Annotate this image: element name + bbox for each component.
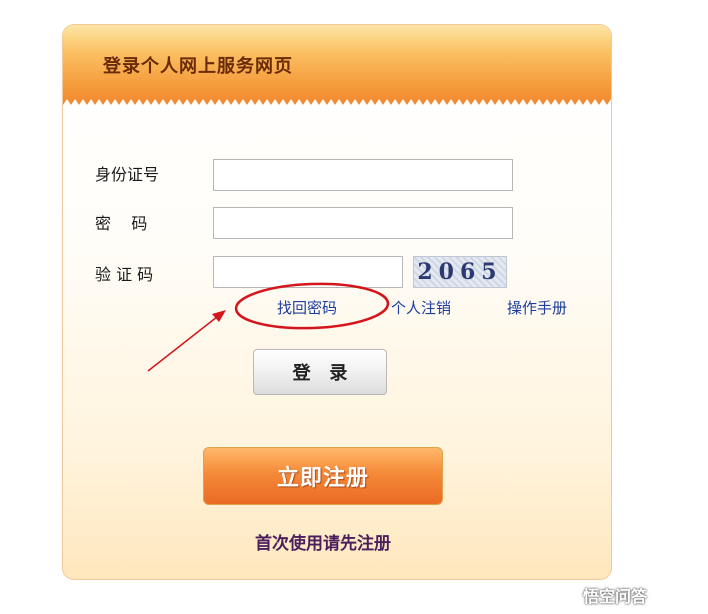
watermark: 悟空问答 <box>556 582 647 608</box>
id-number-label: 身份证号 <box>95 165 160 184</box>
captcha-image[interactable]: 2065 <box>413 256 507 288</box>
captcha-label: 验 证 码 <box>95 265 154 284</box>
register-button[interactable]: 立即注册 <box>203 447 443 505</box>
retrieve-password-link[interactable]: 找回密码 <box>277 297 337 318</box>
login-button[interactable]: 登 录 <box>253 349 387 395</box>
panel-title: 登录个人网上服务网页 <box>103 56 293 77</box>
register-hint: 首次使用请先注册 <box>255 534 391 554</box>
screenshot-stage: 登录个人网上服务网页 身份证号 密 码 验 证 码 2065 找回密码 个人注销… <box>0 0 708 614</box>
id-number-input[interactable] <box>213 159 513 191</box>
wukong-logo-icon <box>556 584 578 606</box>
login-panel: 登录个人网上服务网页 身份证号 密 码 验 证 码 2065 找回密码 个人注销… <box>62 24 612 580</box>
manual-link[interactable]: 操作手册 <box>507 297 567 318</box>
cancel-account-link[interactable]: 个人注销 <box>391 297 451 318</box>
header-zigzag-border <box>63 99 611 113</box>
password-input[interactable] <box>213 207 513 239</box>
watermark-text: 悟空问答 <box>583 587 648 606</box>
password-label: 密 码 <box>95 214 148 233</box>
captcha-input[interactable] <box>213 256 403 288</box>
